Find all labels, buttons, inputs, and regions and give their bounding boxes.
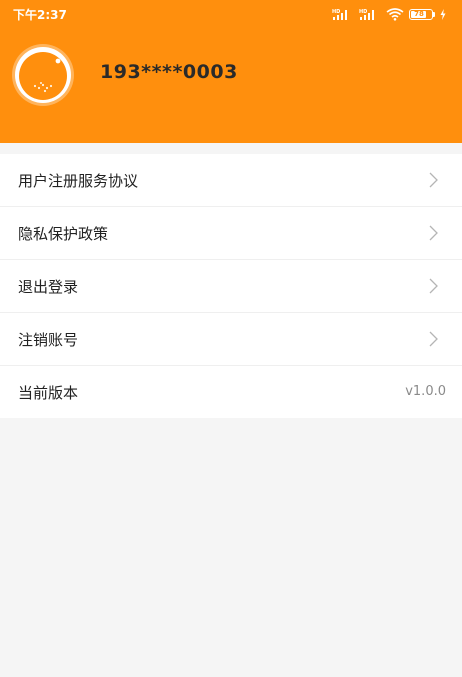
battery-icon: 78 (409, 8, 435, 20)
menu-item-user-agreement[interactable]: 用户注册服务协议 (0, 154, 462, 207)
user-phone: 193****0003 (100, 61, 238, 83)
chevron-right-icon (429, 225, 438, 241)
chevron-right-icon (429, 278, 438, 294)
signal-icon: HD (359, 9, 374, 20)
menu-item-version: 当前版本 v1.0.0 (0, 366, 462, 418)
menu-item-label: 当前版本 (18, 384, 79, 402)
signal-label: HD (332, 9, 340, 15)
version-value: v1.0.0 (405, 384, 446, 399)
status-icons: HD HD 78 (332, 7, 446, 21)
profile-header: 下午2:37 HD HD 78 193****0003 (0, 0, 462, 143)
menu-item-label: 隐私保护政策 (18, 225, 109, 243)
menu-item-logout[interactable]: 退出登录 (0, 260, 462, 313)
avatar[interactable] (11, 43, 75, 107)
wifi-icon (386, 7, 404, 21)
chevron-right-icon (429, 331, 438, 347)
settings-list: 用户注册服务协议 隐私保护政策 退出登录 注销账号 当前版本 v1.0.0 (0, 154, 462, 418)
menu-item-label: 退出登录 (18, 278, 79, 296)
charging-icon (440, 8, 446, 20)
chevron-right-icon (429, 172, 438, 188)
battery-percent: 78 (414, 9, 424, 18)
menu-item-label: 注销账号 (18, 331, 79, 349)
status-time: 下午2:37 (13, 8, 67, 22)
menu-item-label: 用户注册服务协议 (18, 172, 139, 190)
signal-icon: HD (332, 9, 347, 20)
status-bar: 下午2:37 HD HD 78 (0, 0, 462, 30)
signal-label: HD (359, 9, 367, 15)
menu-item-delete-account[interactable]: 注销账号 (0, 313, 462, 366)
menu-item-privacy-policy[interactable]: 隐私保护政策 (0, 207, 462, 260)
